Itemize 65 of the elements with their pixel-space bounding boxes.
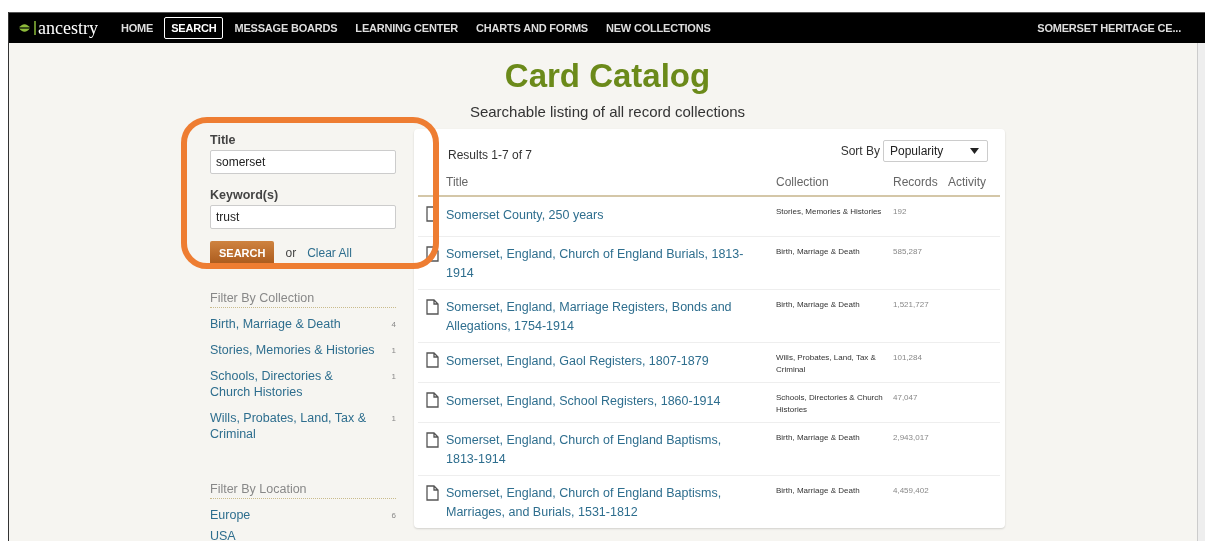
filter-link[interactable]: Birth, Marriage & Death xyxy=(210,316,375,332)
nav-link[interactable]: HOME xyxy=(113,17,161,39)
column-header: Collection xyxy=(776,175,830,189)
filter-count: 4 xyxy=(391,320,396,329)
record-count: 585,287 xyxy=(893,246,923,258)
collection-link[interactable]: Somerset, England, School Registers, 1860-1914 xyxy=(446,392,751,411)
nav-link[interactable]: LEARNING CENTER xyxy=(348,17,466,39)
collection-category: Birth, Marriage & Death xyxy=(776,299,861,311)
nav-link[interactable]: MESSAGE BOARDS xyxy=(227,17,345,39)
document-icon xyxy=(425,352,439,368)
record-count: 2,943,017 xyxy=(893,432,930,444)
filter-heading: Filter By Collection xyxy=(210,291,396,308)
nav-link[interactable]: CHARTS AND FORMS xyxy=(469,17,595,39)
collection-link[interactable]: Somerset, England, Gaol Registers, 1807-1879 xyxy=(446,352,751,371)
record-count: 1,521,727 xyxy=(893,299,930,311)
collection-category: Schools, Directories & Church Histories xyxy=(776,392,884,416)
collection-link[interactable]: Somerset County, 250 years xyxy=(446,206,751,225)
collection-category: Wills, Probates, Land, Tax & Criminal xyxy=(776,352,877,376)
page-title: Card Catalog xyxy=(504,57,711,95)
filter-count: 6 xyxy=(391,511,396,520)
record-count: 47,047 xyxy=(893,392,919,404)
document-icon xyxy=(425,246,439,262)
filter-count: 1 xyxy=(391,346,396,355)
record-count: 4,459,402 xyxy=(893,485,930,497)
collection-category: Stories, Memories & Histories xyxy=(776,206,883,218)
column-header: Records xyxy=(893,175,939,189)
filter-count: 1 xyxy=(391,414,396,423)
nav-link[interactable]: NEW COLLECTIONS xyxy=(599,17,718,39)
record-count: 192 xyxy=(893,206,908,218)
filter-link[interactable]: Schools, Directories & Church Histories xyxy=(210,368,375,400)
filter-link[interactable]: USA xyxy=(210,528,375,541)
record-count: 101,284 xyxy=(893,352,923,364)
or-text: or xyxy=(285,246,297,260)
document-icon xyxy=(425,485,439,501)
document-icon xyxy=(425,299,439,315)
field-label: Keyword(s) xyxy=(210,188,280,202)
filter-count: 1 xyxy=(391,372,396,381)
collection-link[interactable]: Somerset, England, Marriage Registers, Bonds and Allegations, 1754-1914 xyxy=(446,298,751,336)
filter-heading: Filter By Location xyxy=(210,482,396,499)
page-subtitle: Searchable listing of all record collections xyxy=(469,103,746,120)
collection-category: Birth, Marriage & Death xyxy=(776,485,861,497)
nav-link[interactable]: SEARCH xyxy=(164,17,224,39)
filter-link[interactable]: Wills, Probates, Land, Tax & Criminal xyxy=(210,410,375,442)
text-field[interactable]: trust xyxy=(210,205,396,229)
caret-icon xyxy=(970,148,979,154)
clear-all-link[interactable]: Clear All xyxy=(307,246,352,260)
column-header: Title xyxy=(446,175,470,189)
collection-link[interactable]: Somerset, England, Church of England Burials, 1813-1914 xyxy=(446,245,751,283)
collection-category: Birth, Marriage & Death xyxy=(776,246,861,258)
collection-link[interactable]: Somerset, England, Church of England Baptisms, 1813-1914 xyxy=(446,431,751,469)
sort-label: Sort By xyxy=(840,144,880,158)
results-summary: Results 1-7 of 7 xyxy=(447,148,534,162)
logo-text[interactable]: ancestry xyxy=(38,17,98,39)
column-header: Activity xyxy=(948,175,987,189)
search-button[interactable]: SEARCH xyxy=(210,241,275,265)
collection-link[interactable]: Somerset, England, Church of England Baptisms, Marriages, and Burials, 1531-1812 xyxy=(446,484,751,522)
text-field[interactable]: somerset xyxy=(210,150,396,174)
document-icon xyxy=(425,432,439,448)
field-label: Title xyxy=(210,133,237,147)
filter-link[interactable]: Stories, Memories & Histories xyxy=(210,342,375,358)
collection-category: Birth, Marriage & Death xyxy=(776,432,861,444)
document-icon xyxy=(425,392,439,408)
sort-dropdown[interactable]: Popularity xyxy=(883,140,988,162)
account-link[interactable]: SOMERSET HERITAGE CE... xyxy=(1030,17,1188,39)
filter-link[interactable]: Europe xyxy=(210,507,375,523)
